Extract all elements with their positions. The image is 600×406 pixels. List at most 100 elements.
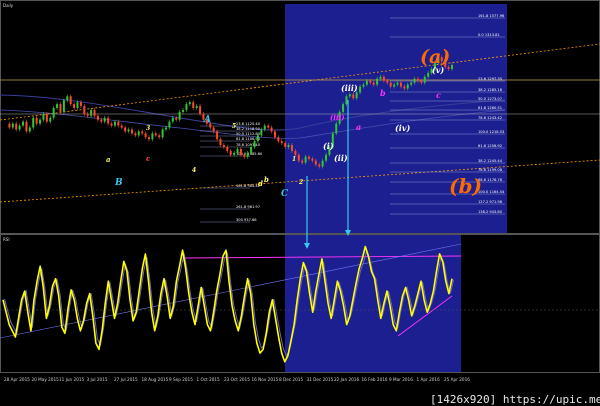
price-candle xyxy=(56,104,59,108)
wave-label-b-paren: (b) xyxy=(449,174,482,198)
fib-level-label: 50.0 1273.07 xyxy=(478,97,502,101)
price-panel-caption: Daily xyxy=(3,3,14,8)
price-candle xyxy=(246,152,249,157)
price-candle xyxy=(212,127,215,132)
x-axis: 28 Apr 2015 20 May 2015 11 Jun 2015 3 Jul 2… xyxy=(4,377,470,382)
price-candle xyxy=(297,154,300,161)
wave-label-d-left: d xyxy=(258,179,263,188)
price-candle xyxy=(141,131,144,134)
fib-level-label: 161.8 984.42 xyxy=(236,184,260,188)
price-candle xyxy=(222,145,225,147)
price-candle xyxy=(110,123,113,126)
price-candle xyxy=(144,133,147,138)
price-candle xyxy=(365,80,368,85)
price-candle xyxy=(376,78,379,85)
price-candle xyxy=(451,65,453,69)
price-candle xyxy=(369,80,372,83)
x-tick-label: 8 Dec 2015 xyxy=(279,377,303,382)
fib-level-label: 38.2 1245.44 xyxy=(478,159,503,163)
price-candle xyxy=(117,121,120,126)
price-candle xyxy=(130,129,133,134)
wave-label-a-magenta: a xyxy=(356,122,361,132)
price-candle xyxy=(69,96,72,105)
price-candle xyxy=(406,84,409,89)
oscillator-panel-caption: RSI xyxy=(3,237,10,242)
price-candle xyxy=(393,84,396,87)
wave-label-ii: (ii) xyxy=(334,153,348,163)
price-candle xyxy=(410,82,413,85)
fib-level-label: 38.2 1118.90 xyxy=(236,127,261,131)
price-candle xyxy=(294,150,297,155)
fib-level-label: 23.6 1125.40 xyxy=(236,122,261,126)
price-candle xyxy=(318,164,321,167)
fib-level-label: 38.2 1285.18 xyxy=(478,88,503,92)
price-candle xyxy=(107,117,110,124)
price-candle xyxy=(403,86,406,89)
price-candle xyxy=(90,109,93,116)
price-candle xyxy=(62,100,65,112)
price-candle xyxy=(178,111,181,120)
price-candle xyxy=(154,133,157,136)
price-candle xyxy=(250,147,253,153)
price-candle xyxy=(45,113,48,122)
price-candle xyxy=(171,117,174,122)
wave-label-C: C xyxy=(281,189,289,199)
price-candle xyxy=(79,102,82,107)
wave-label-b-magenta: b xyxy=(380,88,386,98)
price-candle xyxy=(158,135,161,138)
price-candle xyxy=(32,117,35,128)
price-candle xyxy=(229,150,232,155)
price-candle xyxy=(253,141,256,147)
price-candle xyxy=(379,76,382,79)
chart-canvas: Daily RSI 161.8 1577.96 0.0 1313.81 23.6 1… xyxy=(0,0,600,406)
price-candle xyxy=(355,92,358,99)
x-tick-label: 16 Feb 2016 xyxy=(362,377,388,382)
fib-level-label: 78.6 1199.08 xyxy=(478,168,503,172)
price-candle xyxy=(8,123,11,128)
x-tick-label: 27 Jul 2015 xyxy=(114,377,138,382)
price-candle xyxy=(359,86,362,93)
price-candle xyxy=(348,94,351,97)
x-tick-label: 1 Oct 2015 xyxy=(197,377,221,382)
price-candle xyxy=(382,76,385,81)
price-candle xyxy=(182,109,185,112)
price-candle xyxy=(304,156,307,163)
price-candle xyxy=(28,127,31,132)
price-candle xyxy=(161,129,164,138)
price-candle xyxy=(314,160,317,165)
price-candle xyxy=(185,104,188,110)
fib-level-label: 161.8 1577.96 xyxy=(478,14,505,18)
price-candle xyxy=(243,154,246,157)
wave-label-v: (v) xyxy=(432,65,444,75)
price-candle xyxy=(263,125,266,130)
fib-level-label: 100.0 1164.54 xyxy=(478,190,505,194)
price-candle xyxy=(372,82,375,85)
price-candle xyxy=(226,147,229,151)
price-candle xyxy=(83,106,86,114)
price-candle xyxy=(216,131,219,140)
price-candle xyxy=(396,82,399,85)
price-candle xyxy=(188,102,191,105)
price-candle xyxy=(335,123,338,134)
fib-level-label: 61.8 1260.51 xyxy=(478,106,502,110)
price-candle xyxy=(134,133,137,136)
wave-label-4: 4 xyxy=(192,167,196,174)
x-tick-label: 9 Mar 2016 xyxy=(389,377,413,382)
price-candle xyxy=(345,96,348,105)
wave-label-2: 2 xyxy=(298,179,303,186)
price-candle xyxy=(76,102,79,108)
price-candle xyxy=(86,113,89,116)
price-candle xyxy=(273,131,276,138)
price-candle xyxy=(195,106,198,108)
price-candle xyxy=(260,129,263,136)
x-tick-label: 16 Nov 2015 xyxy=(252,377,279,382)
price-candle xyxy=(73,104,76,108)
wave-label-1: 1 xyxy=(292,156,296,163)
price-candle xyxy=(35,117,38,124)
x-tick-label: 18 Aug 2015 xyxy=(142,377,169,382)
x-tick-label: 11 Jun 2015 xyxy=(59,377,85,382)
price-candle xyxy=(267,125,270,128)
price-candle xyxy=(59,104,62,112)
fib-level-label: 261.8 961.97 xyxy=(236,205,260,209)
price-candle xyxy=(352,94,355,99)
